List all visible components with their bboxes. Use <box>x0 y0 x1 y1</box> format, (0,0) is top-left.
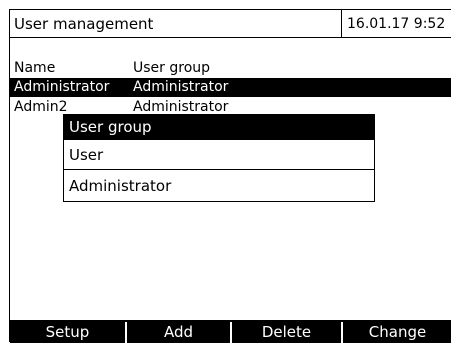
change-softkey[interactable]: Change <box>341 322 451 343</box>
user-name-cell: Administrator <box>14 79 110 95</box>
popup-title: User group <box>64 115 374 140</box>
column-header-user-group: User group <box>133 60 211 76</box>
column-header-name: Name <box>14 60 56 76</box>
device-screen: User management 16.01.17 9:52 Name User … <box>9 9 451 343</box>
user-group-cell: Administrator <box>133 79 229 95</box>
option-user[interactable]: User <box>64 140 374 170</box>
delete-softkey[interactable]: Delete <box>230 322 341 343</box>
option-administrator[interactable]: Administrator <box>64 171 374 201</box>
add-softkey[interactable]: Add <box>125 322 230 343</box>
setup-softkey[interactable]: Setup <box>10 322 125 343</box>
table-row[interactable]: Administrator Administrator <box>10 78 451 97</box>
date-time-display: 16.01.17 9:52 <box>342 10 451 38</box>
user-group-popup: User group User Administrator <box>63 114 375 202</box>
user-name-cell: Admin2 <box>14 99 68 115</box>
page-title: User management <box>10 10 342 38</box>
table-header: Name User group <box>10 59 451 78</box>
softkey-bar: Setup Add Delete Change <box>10 320 451 343</box>
